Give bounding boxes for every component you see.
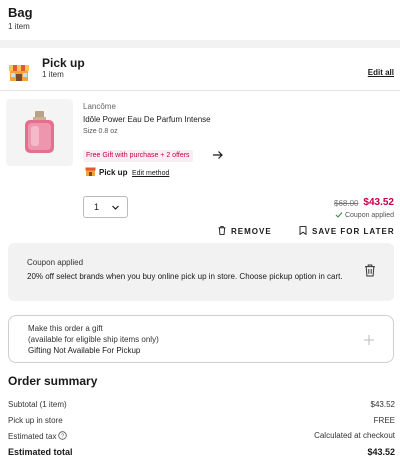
summary-label: Subtotal (1 item) [8, 400, 67, 409]
pickup-item-count: 1 item [42, 70, 64, 79]
product-image[interactable] [6, 99, 73, 166]
summary-label: Estimated total [8, 447, 73, 457]
chevron-down-icon [112, 205, 119, 210]
gift-option-panel[interactable]: Make this order a gift (available for el… [8, 315, 394, 363]
remove-button[interactable]: REMOVE [218, 226, 272, 236]
coupon-applied-label: Coupon applied [344, 211, 394, 219]
bag-title: Bag [8, 5, 33, 20]
sale-price: $43.52 [363, 197, 394, 208]
pickup-section-header: Pick up 1 item Edit all [0, 48, 400, 88]
product-size: Size 0.8 oz [83, 128, 118, 135]
info-icon[interactable]: ? [58, 431, 68, 440]
trash-icon [218, 226, 226, 235]
edit-all-link[interactable]: Edit all [368, 68, 394, 77]
summary-value: $43.52 [367, 447, 395, 457]
section-separator [0, 40, 400, 48]
store-icon [9, 65, 29, 81]
plus-icon [364, 335, 374, 345]
remove-label: REMOVE [231, 227, 272, 236]
summary-label: Pick up in store [8, 416, 63, 425]
gift-title: Make this order a gift [28, 324, 103, 333]
save-for-later-button[interactable]: SAVE FOR LATER [299, 226, 395, 236]
summary-value: $43.52 [370, 400, 395, 409]
quantity-value: 1 [94, 202, 100, 212]
summary-tax-label-group: Estimated tax? [8, 431, 68, 441]
coupon-description: 20% off select brands when you buy onlin… [27, 272, 343, 281]
free-gift-offer-link[interactable]: Free Gift with purchase + 2 offers [83, 150, 193, 162]
trash-icon[interactable] [364, 264, 376, 277]
save-for-later-label: SAVE FOR LATER [312, 227, 395, 236]
coupon-title: Coupon applied [27, 258, 84, 267]
summary-value: Calculated at checkout [314, 431, 395, 440]
bag-item-count: 1 item [8, 22, 30, 31]
check-icon [335, 212, 343, 218]
bookmark-icon [299, 226, 307, 235]
bag-header: Bag 1 item [0, 0, 400, 40]
order-summary-title: Order summary [8, 374, 98, 388]
fulfillment-label: Pick up [99, 168, 128, 177]
coupon-panel: Coupon applied 20% off select brands whe… [8, 243, 394, 301]
gift-eligibility-note: (available for eligible ship items only) [28, 335, 159, 344]
store-pickup-icon [85, 167, 96, 176]
coupon-applied-status: Coupon applied [335, 211, 394, 219]
svg-text:?: ? [61, 434, 64, 440]
product-name[interactable]: Idôle Power Eau De Parfum Intense [83, 115, 211, 124]
arrow-right-icon[interactable] [212, 149, 224, 161]
pickup-title: Pick up [42, 56, 85, 70]
product-brand[interactable]: Lancôme [83, 102, 116, 111]
edit-method-link[interactable]: Edit method [132, 170, 169, 177]
perfume-bottle-image [25, 111, 54, 153]
quantity-select[interactable]: 1 [83, 196, 128, 218]
gift-unavailable-note: Gifting Not Available For Pickup [28, 346, 141, 355]
divider [0, 90, 400, 91]
original-price: $68.00 [334, 199, 359, 208]
summary-label: Estimated tax [8, 432, 57, 441]
summary-value: FREE [373, 416, 395, 425]
